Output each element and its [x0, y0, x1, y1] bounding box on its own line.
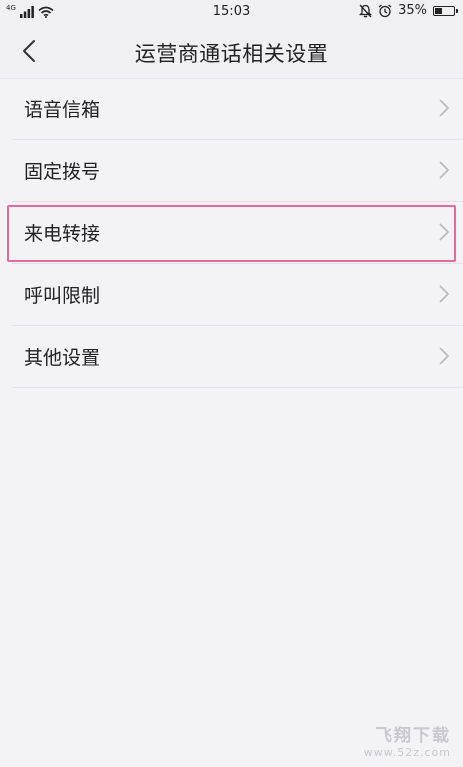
- alarm-icon: [378, 3, 392, 17]
- chevron-right-icon: [439, 285, 450, 303]
- watermark-name: 飞翔下载: [375, 726, 451, 746]
- list-item-label: 固定拨号: [24, 161, 101, 183]
- chevron-right-icon: [439, 347, 450, 365]
- chevron-right-icon: [439, 223, 450, 241]
- page-title: 运营商通话相关设置: [134, 42, 329, 66]
- bell-muted-icon: [359, 4, 373, 17]
- list-item-call-barring[interactable]: 呼叫限制: [12, 264, 463, 326]
- page-header: 运营商通话相关设置: [0, 24, 463, 79]
- list-item-voicemail[interactable]: 语音信箱: [12, 78, 463, 140]
- list-item-call-forwarding[interactable]: 来电转接: [12, 202, 463, 264]
- settings-list: 语音信箱 固定拨号 来电转接 呼叫限制 其他设置: [0, 78, 463, 388]
- list-item-other-settings[interactable]: 其他设置: [12, 326, 463, 388]
- list-item-label: 来电转接: [24, 223, 101, 245]
- battery-percent: 35%: [398, 3, 427, 18]
- chevron-right-icon: [439, 99, 450, 117]
- battery-fill: [435, 7, 442, 14]
- status-right: 35%: [359, 3, 458, 18]
- list-item-label: 其他设置: [24, 347, 101, 369]
- battery-icon: [433, 5, 458, 16]
- list-item-fixed-dialing[interactable]: 固定拨号: [12, 140, 463, 202]
- list-item-label: 呼叫限制: [24, 285, 101, 307]
- status-bar: 4G 15:03 35%: [0, 0, 463, 24]
- watermark-url: www.52z.com: [363, 746, 451, 759]
- list-item-label: 语音信箱: [24, 99, 101, 121]
- chevron-right-icon: [439, 161, 450, 179]
- watermark: 飞翔下载 www.52z.com: [364, 721, 451, 759]
